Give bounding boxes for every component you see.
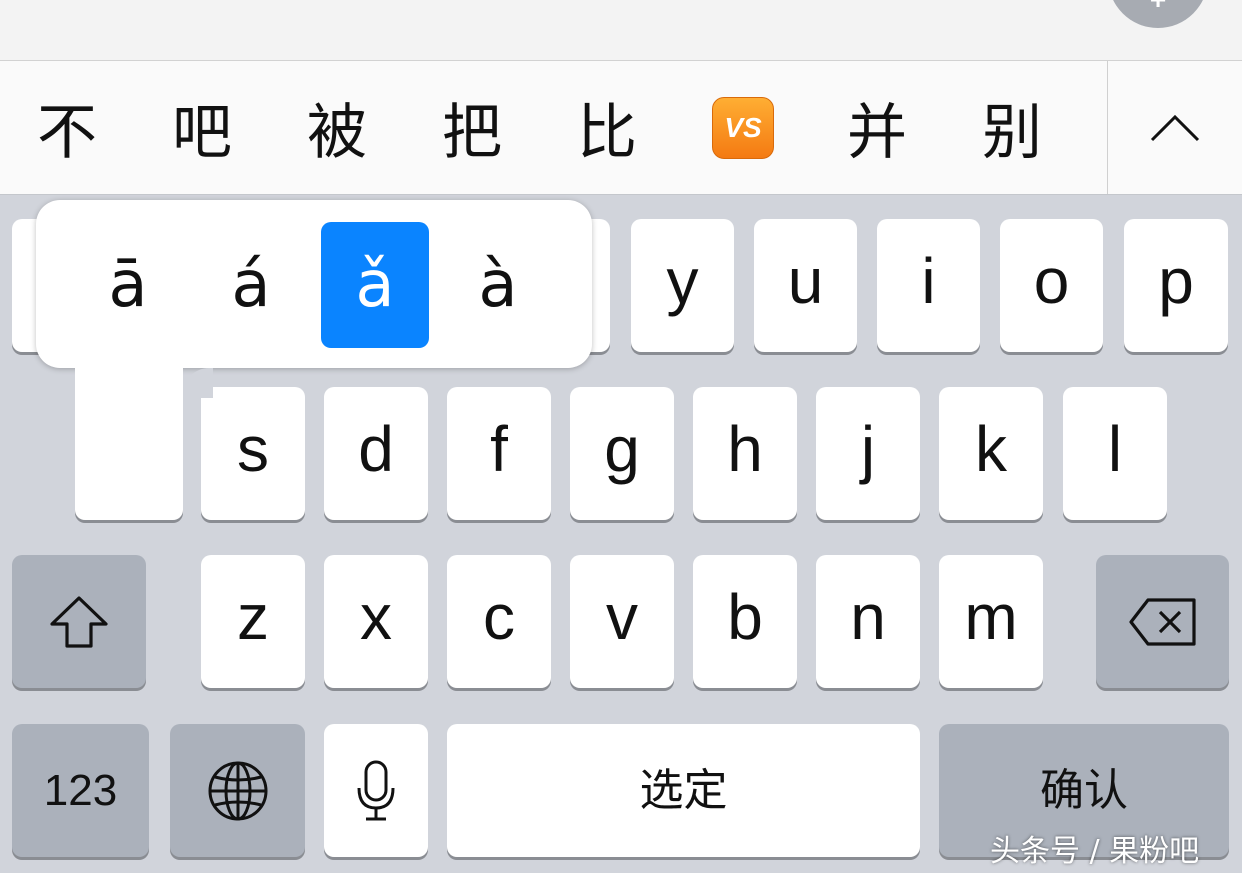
accent-option-acute[interactable]: á [197,222,305,348]
key-b[interactable]: b [693,555,797,688]
key-c[interactable]: c [447,555,551,688]
key-g[interactable]: g [570,387,674,520]
key-x[interactable]: x [324,555,428,688]
key-s[interactable]: s [201,387,305,520]
candidate-3[interactable]: 把 [422,61,522,194]
key-z[interactable]: z [201,555,305,688]
key-y[interactable]: y [631,219,734,352]
accent-option-grave[interactable]: à [444,222,552,348]
key-k[interactable]: k [939,387,1043,520]
key-o[interactable]: o [1000,219,1103,352]
candidate-bar: 不 吧 被 把 比 VS 并 别 [0,61,1242,195]
key-f[interactable]: f [447,387,551,520]
microphone-icon [357,760,395,820]
candidate-7[interactable]: 别 [962,61,1062,194]
delete-icon [1128,597,1196,646]
candidate-6[interactable]: 并 [827,61,927,194]
expand-candidates-button[interactable] [1108,61,1242,194]
key-i[interactable]: i [877,219,980,352]
delete-key[interactable] [1096,555,1229,688]
candidate-2[interactable]: 被 [287,61,387,194]
vs-emoji-icon: VS [712,96,774,159]
popup-notch [183,368,213,398]
space-key[interactable]: 选定 [447,724,920,857]
key-n[interactable]: n [816,555,920,688]
globe-icon [208,761,267,820]
key-m[interactable]: m [939,555,1043,688]
key-h[interactable]: h [693,387,797,520]
candidate-vs-emoji[interactable]: VS [693,61,793,194]
numbers-key[interactable]: 123 [12,724,149,857]
key-d[interactable]: d [324,387,428,520]
candidate-1[interactable]: 吧 [152,61,252,194]
key-p[interactable]: p [1124,219,1228,352]
key-j[interactable]: j [816,387,920,520]
candidate-4[interactable]: 比 [557,61,657,194]
plus-icon: + [1108,0,1208,14]
accent-option-caron-selected[interactable]: ǎ [321,222,429,348]
text-area-strip [0,0,1242,61]
popup-join [75,320,183,380]
shift-key[interactable] [12,555,146,688]
key-u[interactable]: u [754,219,857,352]
candidate-0[interactable]: 不 [17,61,117,194]
chevron-up-icon [1150,114,1200,141]
key-v[interactable]: v [570,555,674,688]
watermark: 头条号 / 果粉吧 [990,834,1200,869]
key-l[interactable]: l [1063,387,1167,520]
globe-key[interactable] [170,724,305,857]
microphone-key[interactable] [324,724,428,857]
shift-icon [50,595,108,648]
